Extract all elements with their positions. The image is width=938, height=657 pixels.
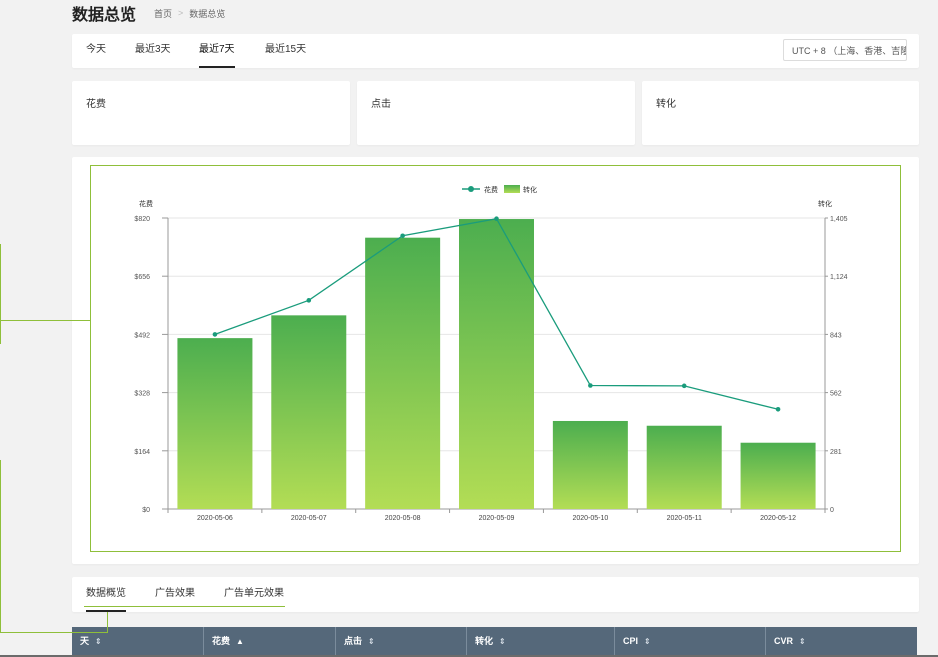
annotation-line — [0, 320, 91, 321]
legend-point-swatch — [468, 186, 474, 192]
point-spend — [306, 298, 312, 303]
metric-label-spend: 花费 — [86, 99, 106, 110]
metric-card-conversions[interactable]: 转化 — [642, 81, 919, 145]
y-right-tick-label: 1,405 — [830, 216, 848, 223]
tabs-underline — [84, 606, 285, 607]
column-clicks[interactable]: 点击 ⇕ — [336, 627, 467, 655]
annotation-line — [0, 632, 108, 633]
y-right-tick-label: 562 — [830, 391, 842, 398]
detail-tabs: 数据概览 广告效果 广告单元效果 — [72, 577, 919, 612]
breadcrumb-current: 数据总览 — [189, 8, 226, 19]
x-tick-label: 2020-05-09 — [479, 515, 515, 522]
metric-label-clicks: 点击 — [371, 99, 391, 110]
x-tick-label: 2020-05-07 — [291, 515, 327, 522]
bar-conversion — [365, 237, 441, 509]
x-tick-label: 2020-05-06 — [197, 515, 233, 522]
y-right-tick-label: 0 — [830, 507, 834, 514]
point-spend — [400, 233, 405, 239]
page-title: 数据总览 — [72, 7, 137, 24]
annotation-line — [0, 460, 1, 632]
column-cpi[interactable]: CPI ⇕ — [615, 627, 766, 655]
column-cvr[interactable]: CVR ⇕ — [766, 627, 917, 655]
tab-today[interactable]: 今天 — [86, 34, 106, 68]
sort-icon: ⇕ — [368, 637, 375, 646]
legend-bar-swatch — [504, 185, 520, 193]
breadcrumb-home[interactable]: 首页 — [154, 7, 172, 20]
metric-card-spend[interactable]: 花费 — [72, 81, 350, 145]
y-right-axis-title: 转化 — [818, 199, 832, 208]
metric-label-conversions: 转化 — [656, 99, 676, 110]
point-spend — [494, 216, 499, 222]
breadcrumb-separator: > — [178, 8, 184, 18]
column-conversions[interactable]: 转化 ⇕ — [467, 627, 615, 655]
sort-asc-icon: ▲ — [236, 637, 244, 646]
y-left-axis-title: 花费 — [139, 199, 153, 208]
bar-conversion — [271, 315, 347, 509]
legend-label-conversion: 转化 — [523, 185, 537, 194]
x-tick-label: 2020-05-12 — [760, 515, 796, 522]
date-range-bar: 今天 最近3天 最近7天 最近15天 UTC + 8 （上海、香港、吉隆 ﹀ — [72, 34, 919, 68]
point-spend — [775, 406, 781, 412]
chart-card: $0 0 $164 281 $328 562 $492 843 $656 1,124 $820 1,4… — [72, 157, 919, 564]
bar-conversion — [740, 442, 816, 509]
point-spend — [212, 332, 218, 337]
point-spend — [588, 383, 593, 388]
page-header: 数据总览 首页 > 数据总览 — [72, 0, 225, 26]
combo-chart[interactable]: $0 0 $164 281 $328 562 $492 843 $656 1,124 $820 1,4… — [72, 157, 919, 564]
table-header: 天 ⇕ 花费 ▲ 点击 ⇕ 转化 ⇕ CPI ⇕ CVR ⇕ — [72, 627, 917, 655]
sort-icon: ⇕ — [799, 637, 806, 646]
y-left-tick-label: $492 — [134, 332, 150, 339]
bar-conversion — [459, 219, 534, 509]
y-left-tick-label: $820 — [134, 216, 150, 223]
point-spend — [681, 383, 687, 389]
tab-last-15-days[interactable]: 最近15天 — [265, 34, 306, 68]
y-right-tick-label: 1,124 — [830, 274, 848, 281]
sort-icon: ⇕ — [95, 637, 102, 646]
x-tick-label: 2020-05-10 — [572, 515, 608, 522]
bar-conversion — [552, 420, 628, 509]
y-left-tick-label: $328 — [134, 391, 150, 398]
timezone-value: UTC + 8 （上海、香港、吉隆 — [792, 46, 907, 56]
y-right-tick-label: 281 — [830, 449, 842, 456]
y-right-tick-label: 843 — [830, 332, 842, 339]
metric-card-clicks[interactable]: 点击 — [357, 81, 635, 145]
chevron-down-icon: ﹀ — [890, 46, 900, 56]
sort-icon: ⇕ — [499, 637, 506, 646]
sort-icon: ⇕ — [644, 637, 651, 646]
y-left-tick-label: $0 — [142, 507, 150, 514]
annotation-line — [0, 244, 1, 344]
bar-conversion — [177, 338, 253, 509]
tab-last-7-days[interactable]: 最近7天 — [199, 34, 235, 68]
bar-conversion — [646, 425, 722, 509]
y-left-tick-label: $164 — [134, 449, 150, 456]
x-tick-label: 2020-05-08 — [385, 515, 421, 522]
tab-last-3-days[interactable]: 最近3天 — [135, 34, 171, 68]
x-tick-label: 2020-05-11 — [667, 515, 702, 522]
timezone-select[interactable]: UTC + 8 （上海、香港、吉隆 ﹀ — [783, 39, 907, 61]
annotation-line — [107, 612, 108, 632]
column-spend[interactable]: 花费 ▲ — [204, 627, 336, 655]
y-left-tick-label: $656 — [134, 274, 150, 281]
legend-label-spend: 花费 — [484, 185, 498, 194]
